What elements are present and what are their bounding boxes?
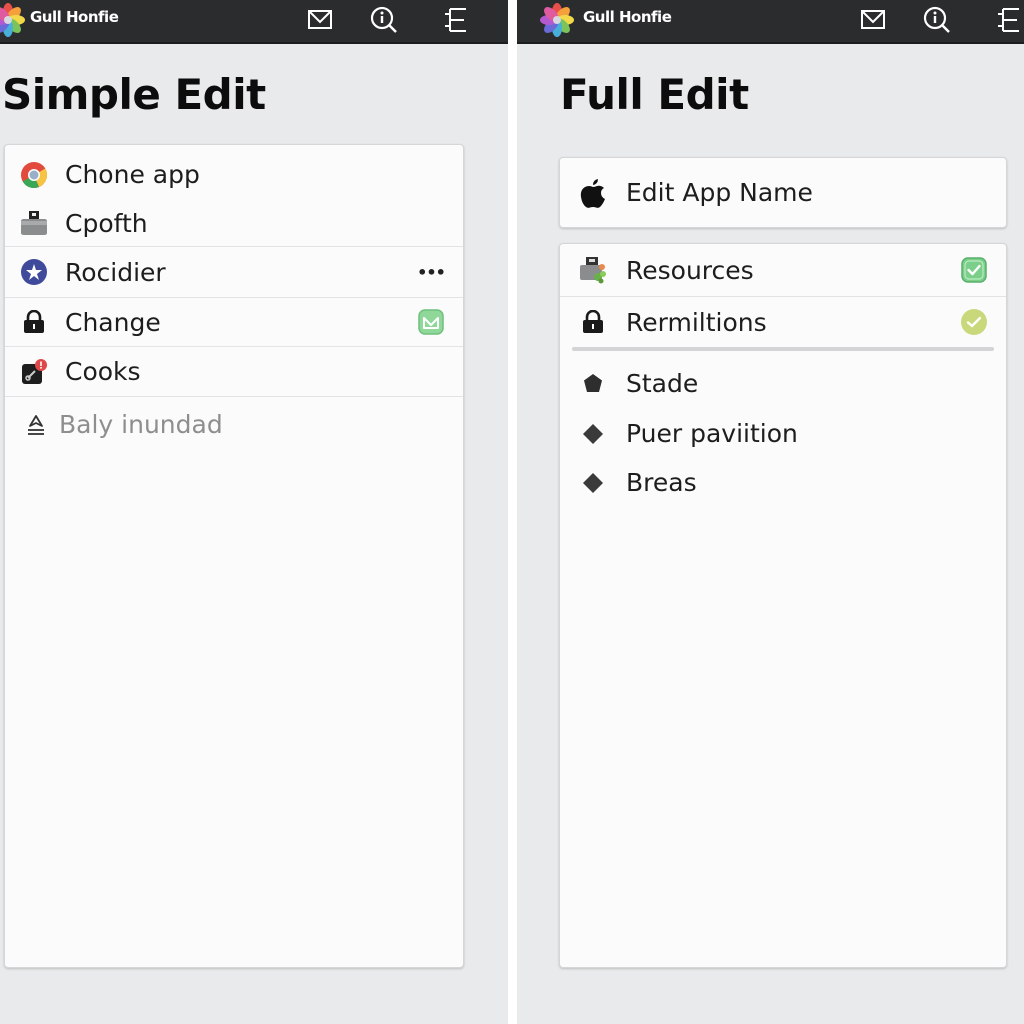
permissions-card: Resources Rermiltions Stade Puer paviiti… xyxy=(559,243,1007,968)
brand-name: Gull Honfie xyxy=(583,8,672,26)
list-item-baly-inundad[interactable]: Baly inundad xyxy=(5,397,463,452)
info-search-button[interactable] xyxy=(921,4,953,36)
check-badge-icon xyxy=(418,309,444,335)
list-item-label: Resources xyxy=(626,255,754,285)
rermiltions-checkbox[interactable] xyxy=(960,308,988,336)
pentagon-icon xyxy=(578,368,608,398)
simple-edit-panel: Gull Honfie Simple Edit Chone app Cpofth xyxy=(0,0,508,1024)
sub-item-stade[interactable]: Stade xyxy=(560,357,1006,409)
app-logo-icon xyxy=(540,3,574,37)
menu-button[interactable] xyxy=(993,4,1024,36)
info-search-button[interactable] xyxy=(368,4,400,36)
printer-icon xyxy=(19,208,49,238)
brand-name: Gull Honfie xyxy=(30,8,119,26)
chrome-icon xyxy=(19,160,49,190)
app-name-label: Edit App Name xyxy=(626,178,813,207)
list-item-cooks[interactable]: Cooks xyxy=(5,347,463,397)
list-item-label: Baly inundad xyxy=(59,410,223,439)
sub-item-label: Puer paviition xyxy=(626,419,798,448)
page-title: Full Edit xyxy=(560,70,749,119)
sub-item-breas[interactable]: Breas xyxy=(560,458,1006,507)
settings-list-card: Chone app Cpofth Rocidier ••• Change Coo… xyxy=(4,144,464,968)
diamond-icon xyxy=(578,419,608,449)
sub-item-label: Stade xyxy=(626,368,699,398)
check-badge-toggle[interactable] xyxy=(417,308,445,336)
list-item-cpofth[interactable]: Cpofth xyxy=(5,200,463,247)
menu-list-icon xyxy=(998,8,1019,32)
list-item-label: Rermiltions xyxy=(626,307,767,337)
list-item-label: Change xyxy=(65,307,161,337)
mail-button[interactable] xyxy=(304,4,336,36)
resources-checkbox[interactable] xyxy=(960,256,988,284)
list-item-resources[interactable]: Resources xyxy=(560,244,1006,297)
mail-icon xyxy=(861,10,885,29)
list-item-label: Chone app xyxy=(65,160,200,189)
page-title: Simple Edit xyxy=(2,70,266,119)
apple-icon xyxy=(578,178,608,208)
sub-item-label: Breas xyxy=(626,468,697,497)
info-search-icon xyxy=(923,6,950,33)
more-icon: ••• xyxy=(417,262,446,282)
list-item-change[interactable]: Change xyxy=(5,298,463,347)
lock-icon xyxy=(19,307,49,337)
full-edit-panel: Gull Honfie Full Edit Edit App Name Reso… xyxy=(517,0,1024,1024)
check-circle-icon xyxy=(961,309,987,335)
list-item-label: Cooks xyxy=(65,357,141,386)
upload-icon xyxy=(21,410,51,440)
resources-icon xyxy=(578,255,608,285)
app-logo-icon xyxy=(0,3,25,37)
list-item-rocidier[interactable]: Rocidier ••• xyxy=(5,247,463,298)
mail-icon xyxy=(308,10,332,29)
diamond-icon xyxy=(578,468,608,498)
sub-item-puer-paviition[interactable]: Puer paviition xyxy=(560,409,1006,458)
info-search-icon xyxy=(370,6,397,33)
panel-divider xyxy=(508,0,517,1024)
check-square-icon xyxy=(961,257,987,283)
top-bar: Gull Honfie xyxy=(517,0,1024,44)
notification-badge-icon xyxy=(19,357,49,387)
star-badge-icon xyxy=(19,257,49,287)
list-item-rermiltions[interactable]: Rermiltions xyxy=(560,297,1006,347)
app-name-field[interactable]: Edit App Name xyxy=(559,157,1007,228)
menu-list-icon xyxy=(445,8,466,32)
top-bar: Gull Honfie xyxy=(0,0,508,44)
edit-app-name-input[interactable]: Edit App Name xyxy=(560,158,1006,227)
mail-button[interactable] xyxy=(857,4,889,36)
list-item-label: Rocidier xyxy=(65,257,166,287)
menu-button[interactable] xyxy=(440,4,472,36)
lock-icon xyxy=(578,307,608,337)
list-item-chone-app[interactable]: Chone app xyxy=(5,145,463,200)
list-item-label: Cpofth xyxy=(65,208,148,238)
section-separator xyxy=(572,347,994,351)
more-options-button[interactable]: ••• xyxy=(417,258,446,286)
